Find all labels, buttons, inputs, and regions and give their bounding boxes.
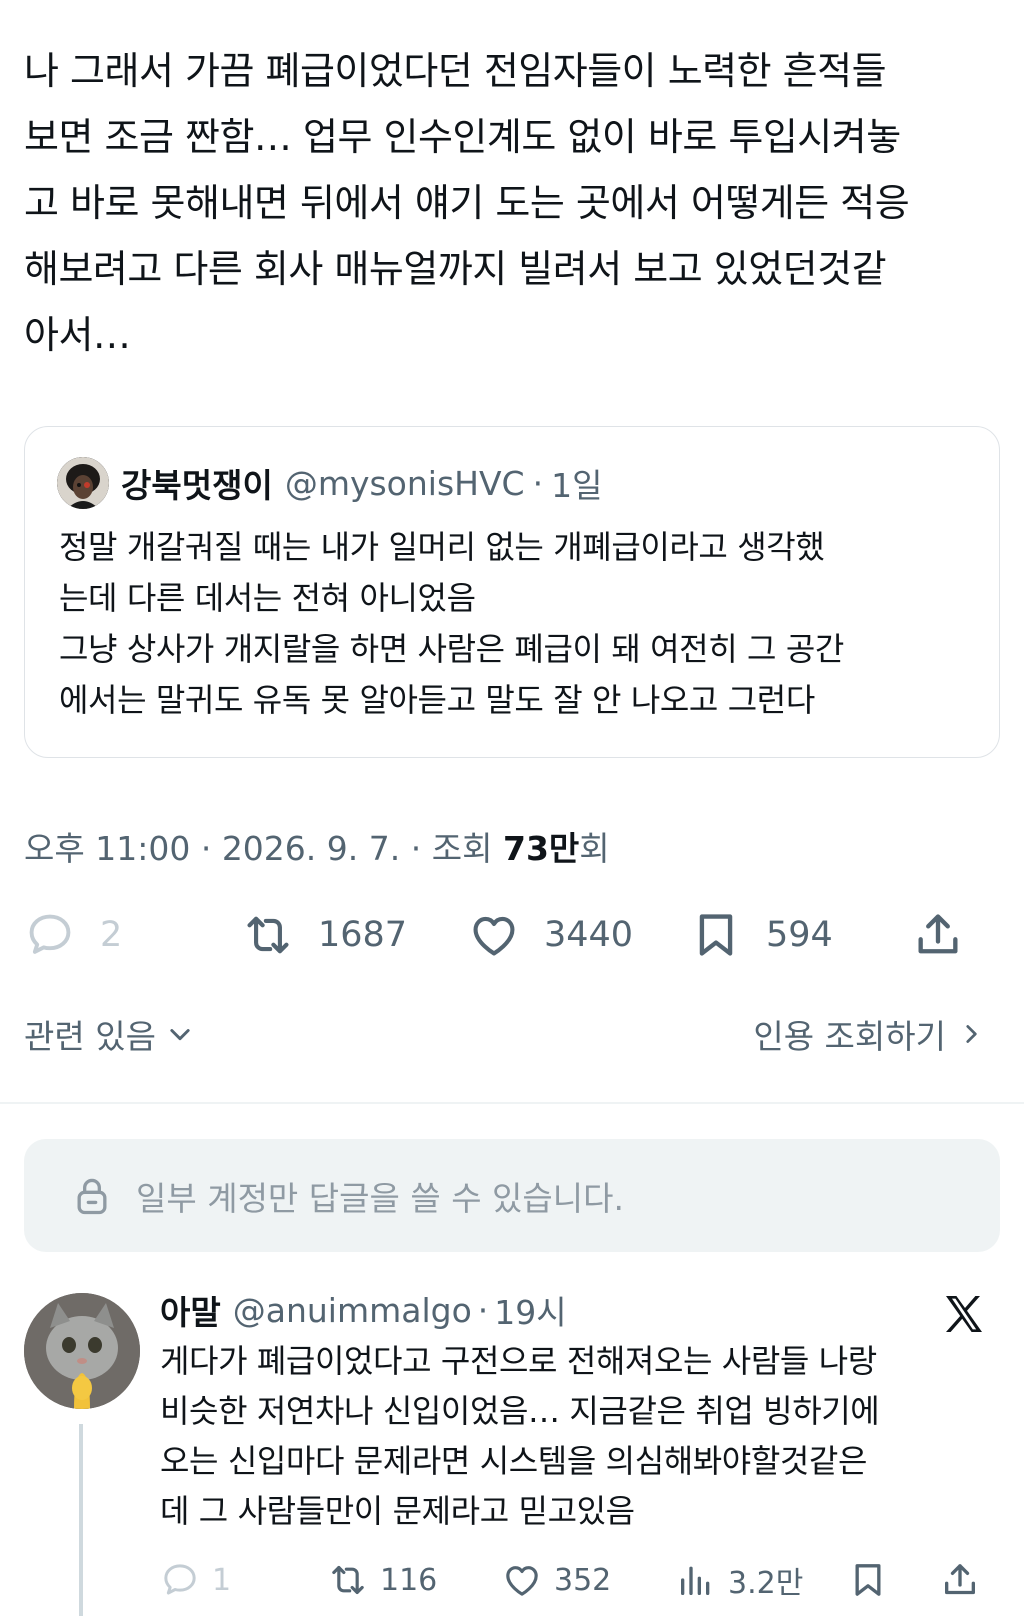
- related-toggle[interactable]: 관련 있음: [24, 1010, 194, 1058]
- lock-icon: [77, 1178, 107, 1214]
- reply-text-line: 비슷한 저연차나 신입이었음… 지금같은 취업 빙하기에: [160, 1392, 880, 1430]
- tweet-time[interactable]: 오후 11:00: [24, 829, 190, 868]
- tweet-action-bar: 2 1687 3440 594: [24, 905, 1000, 965]
- reply-author-name[interactable]: 아말: [160, 1286, 221, 1334]
- quoted-tweet-text: 정말 개갈궈질 때는 내가 일머리 없는 개폐급이라고 생각했 는데 다른 데서…: [59, 522, 979, 726]
- quoted-text-line: 에서는 말귀도 유독 못 알아듣고 말도 잘 안 나오고 그런다: [59, 681, 815, 719]
- retweet-icon: [332, 1565, 364, 1595]
- separator-dot: ·: [477, 1290, 489, 1330]
- related-label: 관련 있음: [24, 1017, 156, 1056]
- quoted-timestamp[interactable]: 1일: [551, 459, 602, 507]
- tweet-meta: 오후 11:00 · 2026. 9. 7. · 조회 73만회: [24, 822, 610, 870]
- tweet-text-line: 해보려고 다른 회사 매뉴얼까지 빌려서 보고 있었던것같: [24, 247, 887, 291]
- reply-reply-button[interactable]: 1: [160, 1558, 231, 1602]
- reply-timestamp[interactable]: 19시: [494, 1286, 566, 1334]
- speech-bubble-icon: [164, 1564, 196, 1595]
- separator-dot: ·: [200, 829, 212, 868]
- reply-text-line: 게다가 폐급이었다고 구전으로 전해져오는 사람들 나랑: [160, 1342, 877, 1380]
- reply-retweet-button[interactable]: 116: [328, 1558, 437, 1602]
- heart-icon: [506, 1566, 538, 1596]
- quoted-author-handle[interactable]: @mysonisHVC: [285, 464, 525, 503]
- bookmark-count: 594: [766, 915, 833, 955]
- section-divider: [0, 1102, 1024, 1104]
- bookmark-button[interactable]: 594: [690, 905, 833, 965]
- quoted-text-line: 정말 개갈궈질 때는 내가 일머리 없는 개폐급이라고 생각했: [59, 528, 825, 566]
- reply-count: 2: [100, 915, 123, 955]
- like-button[interactable]: 3440: [468, 905, 633, 965]
- reply-like-button[interactable]: 352: [502, 1558, 611, 1602]
- separator-dot: ·: [532, 463, 544, 503]
- tweet-text: 나 그래서 가끔 폐급이었다던 전임자들이 노력한 흔적들 보면 조금 짠함… …: [24, 38, 1004, 368]
- reply-reply-count: 1: [212, 1562, 232, 1598]
- like-count: 3440: [544, 915, 634, 955]
- quoted-tweet-header: 강북멋쟁이 @mysonisHVC · 1일: [57, 457, 602, 509]
- views-label: 조회: [431, 829, 493, 868]
- quoted-tweet-card[interactable]: 강북멋쟁이 @mysonisHVC · 1일 정말 개갈궈질 때는 내가 일머리…: [24, 426, 1000, 758]
- reply-retweet-count: 116: [380, 1562, 438, 1598]
- views-suffix: 회: [579, 829, 610, 868]
- thread-line: [79, 1424, 83, 1616]
- tweet-text-line: 나 그래서 가끔 폐급이었다던 전임자들이 노력한 흔적들: [24, 49, 887, 93]
- share-icon: [918, 914, 958, 954]
- bookmark-icon: [855, 1564, 881, 1596]
- reply-restriction-notice: 일부 계정만 답글을 쓸 수 있습니다.: [24, 1139, 1000, 1252]
- reply-button[interactable]: 2: [24, 905, 122, 965]
- reply-avatar[interactable]: [24, 1293, 140, 1409]
- speech-bubble-icon: [29, 914, 71, 954]
- chevron-down-icon: [170, 1029, 190, 1041]
- retweet-count: 1687: [318, 915, 408, 955]
- views-count: 73만: [502, 829, 580, 868]
- reply-bookmark-button[interactable]: [848, 1558, 900, 1602]
- bookmark-icon: [699, 914, 733, 956]
- reply-views-button[interactable]: 3.2만: [676, 1558, 803, 1602]
- reply-restriction-text: 일부 계정만 답글을 쓸 수 있습니다.: [136, 1178, 624, 1218]
- tweet-text-line: 보면 조금 짠함… 업무 인수인계도 없이 바로 투입시켜놓: [24, 115, 901, 159]
- reply-author-handle[interactable]: @anuimmalgo: [233, 1291, 472, 1330]
- view-quotes-label: 인용 조회하기: [753, 1017, 946, 1056]
- heart-icon: [473, 916, 515, 956]
- reply-tweet[interactable]: 아말 @anuimmalgo · 19시 게다가 폐급이었다고 구전으로 전해져…: [24, 1288, 1000, 1616]
- separator-dot: ·: [410, 829, 422, 868]
- reply-text-line: 오는 신입마다 문제라면 시스템을 의심해봐야할것같은: [160, 1442, 868, 1480]
- reply-header: 아말 @anuimmalgo · 19시: [160, 1286, 567, 1334]
- retweet-icon: [247, 916, 289, 954]
- reply-text: 게다가 폐급이었다고 구전으로 전해져오는 사람들 나랑 비슷한 저연차나 신입…: [160, 1336, 1000, 1536]
- quoted-text-line: 는데 다른 데서는 전혀 아니었음: [59, 579, 476, 617]
- reply-share-button[interactable]: [940, 1558, 992, 1602]
- chevron-right-icon: [966, 1025, 977, 1043]
- x-logo-icon: [946, 1296, 982, 1332]
- tweet-text-line: 아서…: [24, 313, 131, 357]
- reply-like-count: 352: [554, 1562, 612, 1598]
- bar-chart-icon: [681, 1566, 710, 1595]
- share-icon: [945, 1564, 975, 1595]
- quoted-author-name[interactable]: 강북멋쟁이: [121, 459, 273, 507]
- quoted-text-line: 그냥 상사가 개지랄을 하면 사람은 폐급이 돼 여전히 그 공간: [59, 630, 844, 668]
- tweet-text-line: 고 바로 못해내면 뒤에서 얘기 도는 곳에서 어떻게든 적응: [24, 181, 910, 225]
- share-button[interactable]: [912, 905, 988, 965]
- reply-action-bar: 1 116 352 3.2만: [160, 1558, 1000, 1602]
- reply-text-line: 데 그 사람들만이 문제라고 믿고있음: [160, 1492, 635, 1530]
- retweet-button[interactable]: 1687: [242, 905, 407, 965]
- tweet-date[interactable]: 2026. 9. 7.: [222, 829, 400, 868]
- reply-views-count: 3.2만: [728, 1566, 804, 1601]
- quoted-avatar[interactable]: [57, 457, 109, 509]
- view-quotes-link[interactable]: 인용 조회하기: [753, 1010, 984, 1058]
